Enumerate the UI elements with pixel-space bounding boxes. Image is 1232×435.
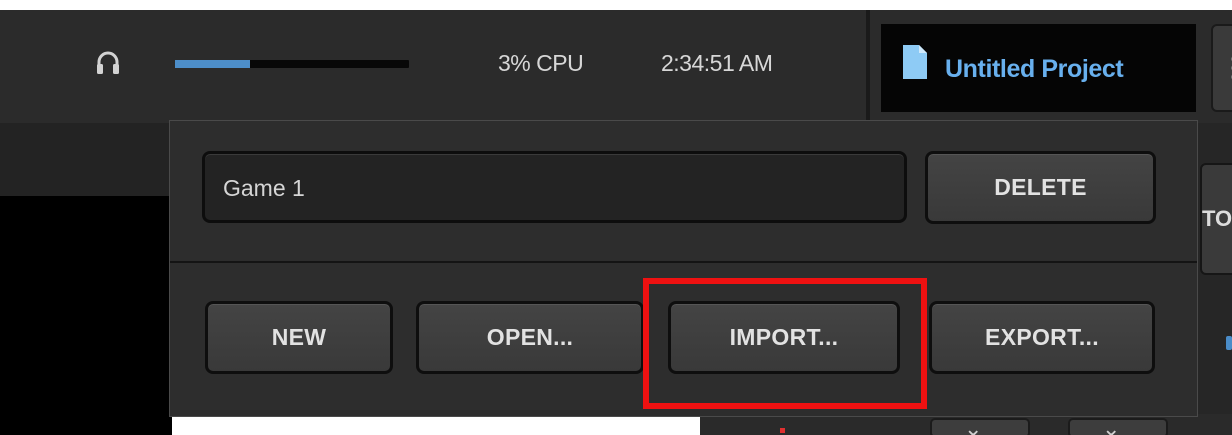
- background-tab[interactable]: TO: [1200, 163, 1232, 275]
- settings-button[interactable]: ⋮: [1211, 24, 1232, 112]
- app-screen: 3% CPU 2:34:51 AM Untitled Project ⋮ TO …: [0, 0, 1232, 435]
- preview-pane: [0, 196, 172, 435]
- project-name-field[interactable]: Game 1: [202, 151, 907, 223]
- topbar-separator: [866, 10, 870, 123]
- delete-button[interactable]: DELETE: [925, 151, 1156, 224]
- open-button[interactable]: OPEN...: [416, 301, 644, 374]
- popup-divider: [170, 261, 1197, 263]
- cpu-usage: 3% CPU: [498, 50, 584, 76]
- project-name-value: Game 1: [223, 175, 305, 201]
- import-highlight-box: [643, 278, 927, 409]
- new-button[interactable]: NEW: [205, 301, 393, 374]
- background-red-marker: [780, 428, 785, 433]
- export-button[interactable]: EXPORT...: [929, 301, 1155, 374]
- background-tab-label: TO: [1202, 206, 1232, 231]
- chevron-down-icon: ⌄: [964, 416, 983, 435]
- headphones-icon[interactable]: [96, 50, 120, 76]
- document-icon: [903, 45, 927, 79]
- clock: 2:34:51 AM: [661, 50, 773, 76]
- settings-icon: ⋮: [1220, 52, 1232, 83]
- background-indicator: [1226, 336, 1232, 350]
- background-down-button[interactable]: ⌄: [1068, 416, 1168, 435]
- chevron-down-icon: ⌄: [1102, 416, 1121, 435]
- audio-level-fill: [175, 60, 250, 68]
- project-title: Untitled Project: [945, 55, 1124, 83]
- audio-level-meter: [175, 60, 409, 68]
- background-down-button[interactable]: ⌄: [930, 416, 1030, 435]
- project-menu-button[interactable]: Untitled Project: [881, 24, 1196, 112]
